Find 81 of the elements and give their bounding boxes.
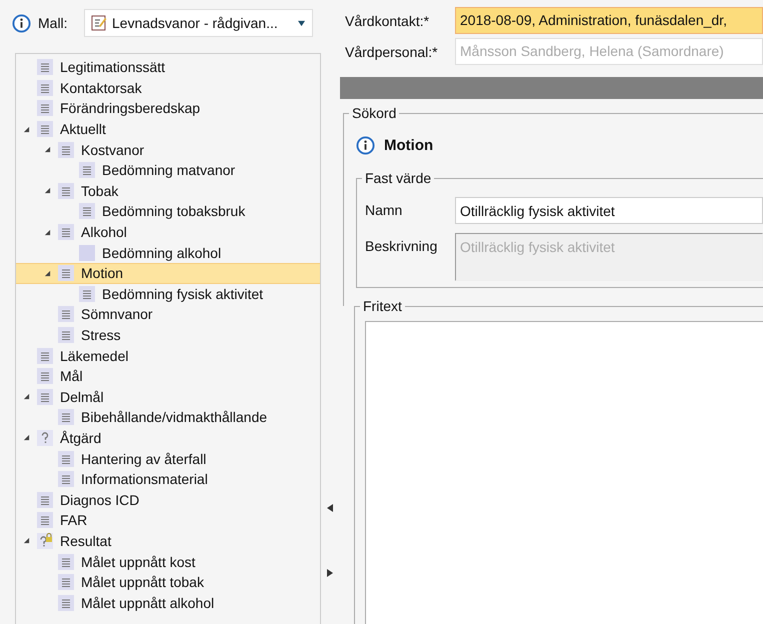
tree-item[interactable]: Aktuellt — [16, 118, 320, 140]
question-icon — [37, 430, 53, 446]
question-lock-icon — [37, 532, 53, 549]
tree-item[interactable]: Bedömning tobaksbruk — [16, 201, 320, 222]
dropdown-arrow-icon — [297, 20, 306, 26]
tree-item[interactable]: Diagnos ICD — [16, 489, 320, 510]
document-icon — [37, 100, 53, 116]
expand-right-icon[interactable] — [327, 569, 333, 577]
free-text-field[interactable] — [365, 321, 763, 624]
name-field[interactable]: Otillräcklig fysisk aktivitet — [455, 197, 763, 224]
tree-item[interactable]: Bedömning fysisk aktivitet — [16, 284, 320, 304]
document-icon — [58, 182, 74, 199]
name-label: Namn — [365, 201, 404, 218]
keyword-title: Motion — [384, 137, 434, 154]
document-icon — [58, 450, 74, 467]
info-icon — [356, 136, 375, 155]
document-icon — [58, 142, 74, 158]
info-icon — [12, 14, 31, 32]
tree-item[interactable]: Sömnvanor — [16, 304, 320, 325]
tree-item[interactable]: Målet uppnått tobak — [16, 572, 320, 592]
document-icon — [58, 574, 74, 590]
document-icon — [58, 554, 74, 570]
expand-triangle-icon[interactable] — [44, 146, 51, 154]
document-icon — [37, 121, 53, 138]
collapse-left-icon[interactable] — [327, 504, 333, 512]
template-label: Mall: — [38, 15, 69, 31]
document-icon — [37, 388, 53, 405]
expand-triangle-icon[interactable] — [23, 434, 30, 442]
tree-item[interactable]: Legitimationssätt — [16, 57, 320, 78]
tree-item[interactable]: Stress — [16, 324, 320, 346]
expand-triangle-icon[interactable] — [44, 228, 51, 236]
tree-item[interactable]: Målet uppnått alkohol — [16, 592, 320, 614]
tree-item[interactable]: Målet uppnått kost — [16, 551, 320, 572]
template-dropdown[interactable]: Levnadsvanor - rådgivan... — [84, 9, 313, 37]
document-icon — [58, 327, 74, 344]
tree-item[interactable]: Informationsmaterial — [16, 468, 320, 490]
tree-item[interactable]: Förändringsberedskap — [16, 98, 320, 119]
document-icon — [58, 409, 74, 426]
contact-label: Vårdkontakt:* — [344, 12, 430, 28]
tree-item[interactable]: Kontaktorsak — [16, 78, 320, 98]
tree-item[interactable]: Läkemedel — [16, 345, 320, 366]
description-label: Beskrivning — [365, 237, 438, 254]
document-icon — [37, 492, 53, 508]
blank-icon — [79, 244, 95, 261]
document-icon — [37, 512, 53, 528]
document-icon — [79, 162, 95, 178]
keyword-legend: Sökord — [349, 105, 400, 121]
expand-triangle-icon[interactable] — [23, 393, 30, 400]
document-icon — [37, 80, 53, 96]
fixed-value-legend: Fast värde — [362, 170, 434, 186]
document-icon — [37, 348, 53, 364]
tree-item[interactable]: Delmål — [16, 386, 320, 408]
document-icon — [58, 471, 74, 488]
document-icon — [79, 286, 95, 302]
tree-item[interactable]: Tobak — [16, 180, 320, 202]
tree-item[interactable]: Hantering av återfall — [16, 448, 320, 469]
tree-item[interactable]: Alkohol — [16, 222, 320, 242]
free-text-legend: Fritext — [360, 298, 405, 314]
tree-item[interactable]: Resultat — [16, 530, 320, 552]
tree-item[interactable]: Bedömning alkohol — [16, 242, 320, 263]
document-icon — [58, 224, 74, 240]
contact-field[interactable]: 2018-08-09, Administration, funäsdalen_dr, — [455, 7, 763, 34]
document-icon — [58, 265, 74, 282]
tree-item[interactable]: Motion — [16, 262, 320, 284]
tree-item[interactable]: Bibehållande/vidmakthållande — [16, 407, 320, 428]
document-icon — [58, 594, 74, 611]
expand-triangle-icon[interactable] — [23, 537, 30, 544]
expand-triangle-icon[interactable] — [44, 270, 51, 277]
tree-item[interactable]: FAR — [16, 510, 320, 531]
tree-item[interactable]: Bedömning matvanor — [16, 160, 320, 181]
document-icon — [37, 368, 53, 384]
staff-label: Vårdpersonal:* — [344, 44, 439, 60]
tree-item[interactable]: Kostvanor — [16, 139, 320, 160]
expand-triangle-icon[interactable] — [23, 126, 30, 133]
document-icon — [37, 59, 53, 76]
tree-item[interactable]: Mål — [16, 366, 320, 386]
expand-triangle-icon[interactable] — [44, 187, 51, 194]
document-icon — [79, 203, 95, 220]
tree-item[interactable]: Åtgärd — [16, 428, 320, 448]
document-icon — [58, 306, 74, 322]
template-icon — [90, 14, 108, 32]
